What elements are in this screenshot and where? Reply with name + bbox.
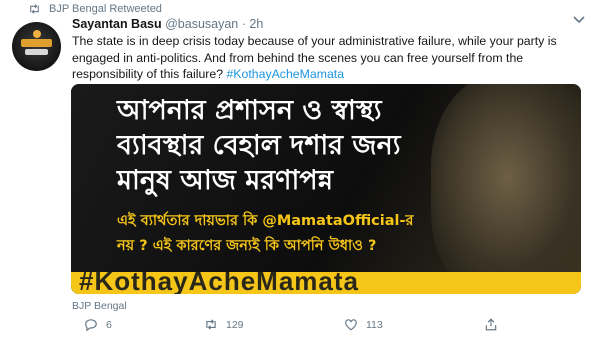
author-handle[interactable]: @basusayan bbox=[165, 17, 238, 31]
retweet-count: 129 bbox=[226, 318, 244, 331]
image-headline-line-2: ব্যাবস্থার বেহাল দশার জন্য bbox=[117, 130, 401, 161]
tweet-header: Sayantan Basu @basusayan · 2h bbox=[72, 17, 263, 31]
hashtag-link[interactable]: #KothayAcheMamata bbox=[226, 67, 344, 81]
reply-icon bbox=[85, 319, 97, 331]
reply-count: 6 bbox=[106, 318, 112, 331]
like-count: 113 bbox=[366, 318, 383, 331]
reply-button[interactable]: 6 bbox=[84, 318, 112, 331]
image-banner-text: #KothayAcheMamata bbox=[79, 272, 359, 294]
retweet-icon bbox=[30, 4, 39, 14]
retweet-icon bbox=[206, 319, 216, 330]
like-icon bbox=[345, 319, 357, 331]
chevron-down-icon[interactable] bbox=[572, 14, 586, 24]
share-button[interactable] bbox=[484, 318, 498, 331]
tweet-timestamp[interactable]: 2h bbox=[249, 17, 263, 31]
avatar[interactable] bbox=[12, 22, 61, 71]
tweet-body: The state is in deep crisis today becaus… bbox=[72, 33, 572, 83]
tweet-image[interactable]: আপনার প্রশাসন ও স্বাস্থ্য ব্যাবস্থার বেহ… bbox=[71, 84, 581, 294]
retweeted-by-bar[interactable]: BJP Bengal Retweeted bbox=[28, 3, 162, 15]
image-subtext-line-2: নয় ? এই কারণের জন্যই কি আপনি উধাও ? bbox=[117, 238, 377, 254]
tweet-actions: 6 129 113 bbox=[72, 318, 572, 334]
retweeted-by-label: BJP Bengal Retweeted bbox=[49, 3, 162, 15]
author-name[interactable]: Sayantan Basu bbox=[72, 17, 162, 31]
like-button[interactable]: 113 bbox=[344, 318, 383, 331]
image-headline-line-3: মানুষ আজ মরণাপন্ন bbox=[117, 165, 334, 196]
image-headline-line-1: আপনার প্রশাসন ও স্বাস্থ্য bbox=[117, 95, 382, 126]
image-subtext-line-1: এই ব্যার্থতার দায়ভার কি @MamataOfficial… bbox=[117, 213, 414, 229]
source-label: BJP Bengal bbox=[72, 300, 127, 312]
separator-dot: · bbox=[241, 17, 246, 31]
share-icon bbox=[485, 318, 497, 331]
image-hashtag-banner: #KothayAcheMamata bbox=[71, 272, 581, 294]
retweet-button[interactable]: 129 bbox=[204, 318, 244, 331]
